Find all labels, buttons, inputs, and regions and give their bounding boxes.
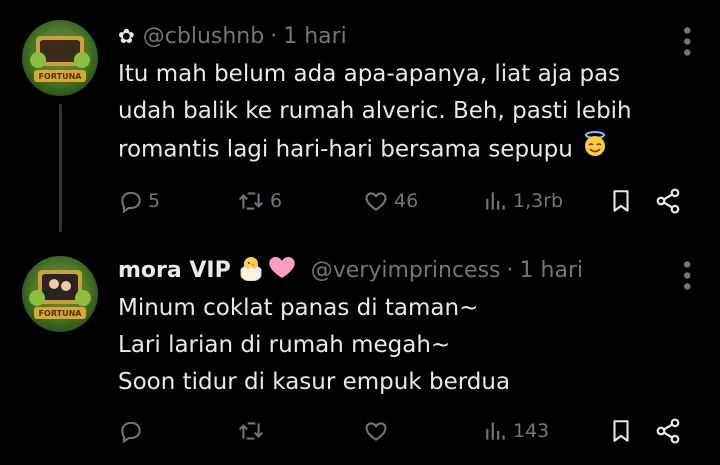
reply-icon xyxy=(121,191,141,214)
separator-dot: · xyxy=(270,23,278,49)
tweet-text-content: Itu mah belum ada apa-apanya, liat aja p… xyxy=(118,61,632,163)
like-icon xyxy=(365,422,387,441)
reply-button[interactable]: 5 xyxy=(118,188,160,214)
flower-icon: ✿ xyxy=(118,24,135,48)
views-count: 143 xyxy=(513,420,550,442)
tweet[interactable]: FORTUNA mora VIP @veryimprincess · 1 har… xyxy=(0,240,720,465)
like-icon xyxy=(365,192,387,211)
tweet-feed: FORTUNA ✿ @cblushnb · 1 hari ••• Itu mah… xyxy=(0,0,720,465)
halo-smile-emoji xyxy=(581,130,609,170)
tweet-body: mora VIP @veryimprincess · 1 hari ••• Mi… xyxy=(118,252,700,401)
like-count: 46 xyxy=(394,190,419,212)
tweet-body: ✿ @cblushnb · 1 hari ••• Itu mah belum a… xyxy=(118,18,700,170)
views-button[interactable]: 1,3rb xyxy=(483,188,563,214)
share-button[interactable] xyxy=(654,187,682,215)
like-button[interactable]: 46 xyxy=(362,188,418,214)
bookmark-button[interactable] xyxy=(608,188,634,214)
avatar-banner-text: FORTUNA xyxy=(39,309,83,318)
views-icon xyxy=(486,422,505,440)
avatar[interactable]: FORTUNA xyxy=(22,20,98,96)
tweet[interactable]: FORTUNA ✿ @cblushnb · 1 hari ••• Itu mah… xyxy=(0,0,720,240)
tweet-actions: 5 6 46 1,3rb xyxy=(118,186,700,216)
hatching-chick-emoji xyxy=(237,253,265,287)
thread-line xyxy=(59,104,62,232)
avatar-image: FORTUNA xyxy=(30,36,90,82)
repost-icon xyxy=(238,192,264,210)
repost-button[interactable]: 6 xyxy=(236,188,282,214)
avatar[interactable]: FORTUNA xyxy=(22,256,98,332)
bookmark-icon xyxy=(613,190,629,212)
tweet-time[interactable]: 1 hari xyxy=(520,258,584,283)
more-icon[interactable]: ••• xyxy=(673,258,698,291)
tweet-display-name[interactable]: mora VIP xyxy=(118,258,231,283)
repost-button[interactable] xyxy=(236,418,270,444)
avatar-banner-text: FORTUNA xyxy=(39,72,83,81)
views-count: 1,3rb xyxy=(513,190,564,212)
pink-heart-emoji xyxy=(267,253,297,287)
tweet-handle[interactable]: @veryimprincess xyxy=(311,258,501,283)
reply-count: 5 xyxy=(148,190,161,212)
share-icon xyxy=(656,418,680,444)
views-button[interactable]: 143 xyxy=(483,418,549,444)
bookmark-button[interactable] xyxy=(608,418,634,444)
bookmark-icon xyxy=(613,420,629,442)
share-icon xyxy=(656,188,680,214)
share-button[interactable] xyxy=(654,417,682,445)
more-icon[interactable]: ••• xyxy=(673,24,698,57)
tweet-header: mora VIP @veryimprincess · 1 hari xyxy=(118,252,700,288)
avatar-image: FORTUNA xyxy=(29,270,91,319)
separator-dot: · xyxy=(506,257,514,283)
reply-icon xyxy=(121,421,141,444)
like-button[interactable] xyxy=(362,418,394,444)
tweet-header: ✿ @cblushnb · 1 hari xyxy=(118,18,700,54)
repost-icon xyxy=(238,422,264,440)
tweet-time[interactable]: 1 hari xyxy=(283,24,347,49)
tweet-handle[interactable]: @cblushnb xyxy=(143,24,264,49)
views-icon xyxy=(486,192,505,210)
repost-count: 6 xyxy=(270,190,283,212)
tweet-text: Itu mah belum ada apa-apanya, liat aja p… xyxy=(118,56,700,170)
tweet-text: Minum coklat panas di taman~ Lari larian… xyxy=(118,295,511,395)
reply-button[interactable] xyxy=(118,418,148,444)
tweet-actions: 143 xyxy=(118,416,700,446)
